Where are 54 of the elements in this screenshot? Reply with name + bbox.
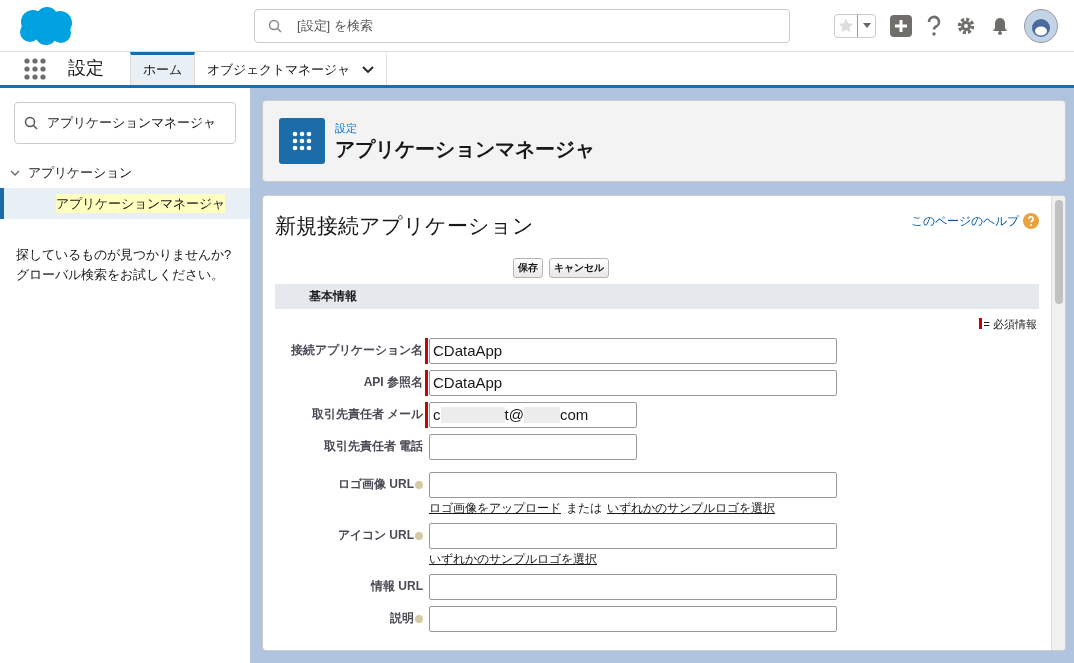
text-field[interactable]: [429, 523, 837, 549]
form-button[interactable]: キャンセル: [549, 257, 609, 278]
grid-icon: [279, 118, 325, 164]
bell-icon[interactable]: [990, 15, 1010, 36]
section-header: 基本情報: [275, 283, 1039, 309]
required-legend: = 必須情報: [983, 315, 1037, 332]
app-launcher-icon[interactable]: [24, 57, 46, 80]
settings-icon[interactable]: [956, 15, 976, 36]
help-icon[interactable]: [926, 14, 942, 37]
field-label: アイコン URL: [338, 528, 414, 542]
help-icon: [415, 480, 423, 489]
form-button[interactable]: 保存: [513, 257, 543, 278]
chevron-down-icon: [362, 66, 374, 74]
text-field[interactable]: CDataApp: [429, 338, 837, 364]
help-icon[interactable]: [1023, 213, 1039, 229]
joiner-text: または: [566, 500, 602, 517]
search-icon: [24, 116, 38, 130]
nav-tab[interactable]: ホーム: [130, 52, 195, 85]
required-marker-icon: [978, 318, 982, 330]
help-icon: [415, 614, 423, 623]
app-name: 設定: [67, 57, 105, 80]
avatar-icon[interactable]: [1024, 8, 1058, 43]
text-field[interactable]: c t@ com: [429, 402, 637, 428]
text-field[interactable]: [429, 574, 837, 600]
text-link[interactable]: ロゴ画像をアップロード: [429, 499, 561, 517]
text-field[interactable]: [429, 472, 837, 498]
caret-icon: [862, 23, 871, 28]
search-icon: [268, 18, 282, 33]
search-field[interactable]: [設定] を検索: [254, 8, 790, 43]
scrollbar[interactable]: [1051, 196, 1065, 650]
favorites-button[interactable]: [834, 13, 876, 38]
page-title: アプリケーションマネージャ: [335, 137, 595, 163]
form-title: 新規接続アプリケーション: [275, 213, 534, 239]
text-field[interactable]: CDataApp: [429, 370, 837, 396]
text-link[interactable]: いずれかのサンプルロゴを選択: [429, 550, 597, 568]
chevron-icon[interactable]: [10, 168, 20, 178]
text-link[interactable]: いずれかのサンプルロゴを選択: [607, 499, 775, 517]
tree-item[interactable]: アプリケーション: [28, 163, 132, 183]
field-label: 取引先責任者 電話: [323, 439, 423, 453]
quick-find-field[interactable]: アプリケーションマネージャ: [14, 102, 236, 144]
field-label: ロゴ画像 URL: [338, 477, 414, 491]
text-field[interactable]: [429, 434, 637, 460]
field-label: 取引先責任者 メール: [311, 407, 423, 421]
help-icon: [415, 531, 423, 540]
field-label: 情報 URL: [371, 579, 423, 593]
field-label: 接続アプリケーション名: [291, 343, 423, 357]
help-link[interactable]: このページのヘルプ: [911, 212, 1019, 230]
tree-item[interactable]: アプリケーションマネージャ: [0, 188, 250, 219]
add-icon[interactable]: [890, 14, 912, 37]
field-label: 説明: [390, 611, 414, 625]
text-field[interactable]: [429, 606, 837, 632]
field-label: API 参照名: [363, 375, 423, 389]
help-text: 探しているものが見つかりませんか? グローバル検索をお試しください。: [15, 246, 233, 284]
breadcrumb-link[interactable]: 設定: [335, 119, 595, 137]
